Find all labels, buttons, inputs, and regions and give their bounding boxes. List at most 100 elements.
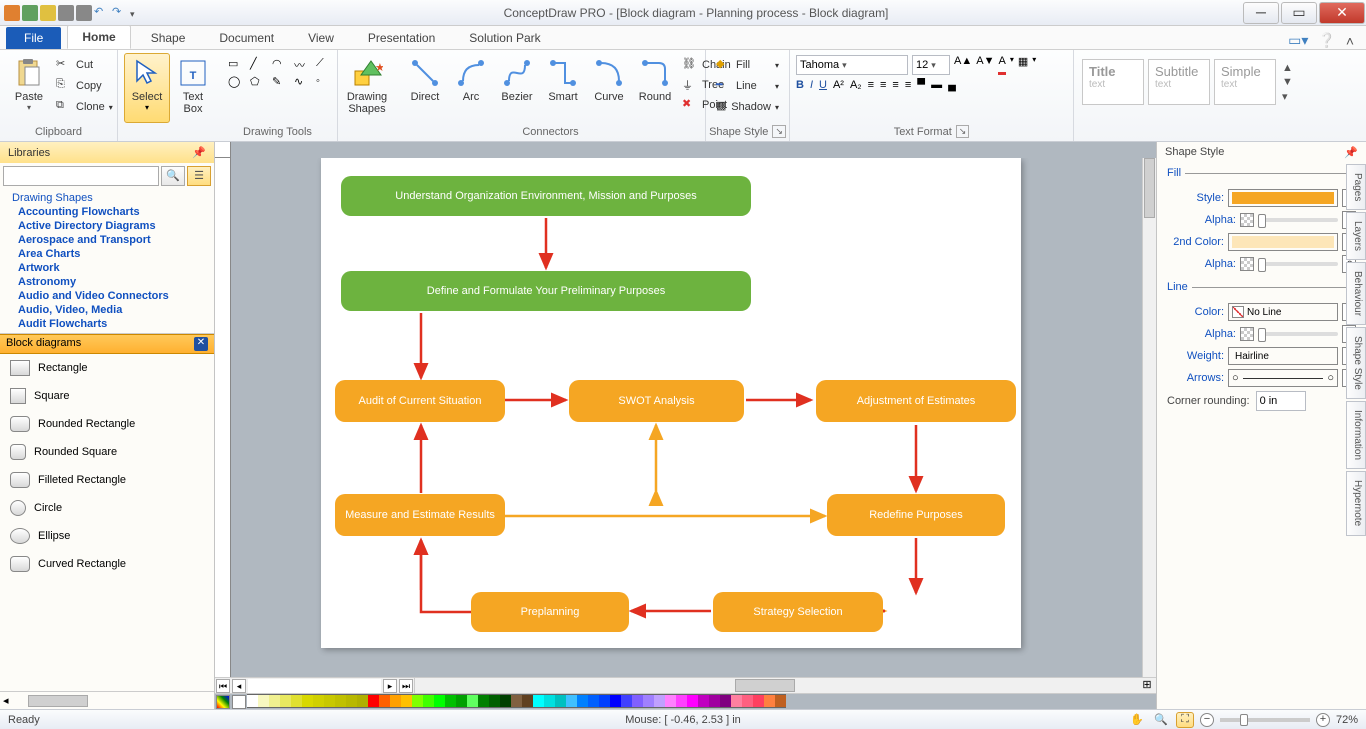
color-swatch[interactable]: [346, 694, 357, 708]
textformat-launcher-icon[interactable]: ↘: [956, 125, 970, 138]
color-swatch[interactable]: [269, 694, 280, 708]
color-swatch[interactable]: [247, 694, 258, 708]
qat-undo-icon[interactable]: ↶: [94, 5, 110, 21]
collapse-ribbon-icon[interactable]: ˄: [1346, 33, 1354, 49]
close-button[interactable]: ✕: [1319, 2, 1365, 24]
tree-item[interactable]: Audio, Video, Media: [4, 303, 210, 317]
arrows-swatch[interactable]: ○○: [1228, 369, 1338, 387]
preset-more-icon[interactable]: ▾: [1282, 90, 1293, 103]
qat-icon-4[interactable]: [58, 5, 74, 21]
zoom-in-button[interactable]: +: [1316, 713, 1330, 727]
secondcolor-alpha-slider[interactable]: [1258, 262, 1338, 266]
color-swatch[interactable]: [709, 694, 720, 708]
page-last-icon[interactable]: ⏭: [399, 679, 413, 693]
valign-bot-icon[interactable]: ▄: [948, 79, 956, 91]
tab-solutionpark[interactable]: Solution Park: [455, 27, 554, 49]
shape-rounded-square[interactable]: Rounded Square: [0, 438, 214, 466]
color-swatch[interactable]: [478, 694, 489, 708]
sidetab-information[interactable]: Information: [1346, 401, 1366, 469]
library-search-input[interactable]: [3, 166, 159, 186]
round-button[interactable]: Round: [632, 53, 678, 123]
view-toggle-button[interactable]: ☰: [187, 166, 211, 186]
shape-curved-rectangle[interactable]: Curved Rectangle: [0, 550, 214, 578]
color-swatch[interactable]: [511, 694, 522, 708]
underline-button[interactable]: U: [819, 79, 827, 91]
tab-shape[interactable]: Shape: [137, 27, 200, 49]
color-swatch[interactable]: [445, 694, 456, 708]
tool-polyline-icon[interactable]: ⟋: [316, 57, 336, 73]
color-swatch[interactable]: [599, 694, 610, 708]
tool-arc-icon[interactable]: ◠: [272, 57, 292, 73]
italic-button[interactable]: I: [810, 79, 813, 91]
color-swatch[interactable]: [302, 694, 313, 708]
color-swatch[interactable]: [500, 694, 511, 708]
ruler-vertical[interactable]: [215, 158, 231, 677]
cut-button[interactable]: ✂Cut: [52, 55, 117, 75]
block-preplanning[interactable]: Preplanning: [471, 592, 629, 632]
color-swatch[interactable]: [588, 694, 599, 708]
pin-icon[interactable]: 📌: [1344, 146, 1358, 159]
color-swatch[interactable]: [687, 694, 698, 708]
tool-curve-icon[interactable]: 〰: [294, 57, 314, 73]
sidetab-shapestyle[interactable]: Shape Style: [1346, 327, 1366, 399]
block-audit[interactable]: Audit of Current Situation: [335, 380, 505, 422]
file-tab[interactable]: File: [6, 27, 61, 49]
shape-rounded-rectangle[interactable]: Rounded Rectangle: [0, 410, 214, 438]
preset-subtitle[interactable]: Subtitletext: [1148, 59, 1210, 105]
help-icon[interactable]: ❔: [1318, 32, 1335, 49]
color-swatch[interactable]: [412, 694, 423, 708]
color-swatch[interactable]: [566, 694, 577, 708]
color-swatch[interactable]: [280, 694, 291, 708]
hscroll-end-icon[interactable]: ⊞: [1138, 678, 1156, 693]
fit-tool-icon[interactable]: ⛶: [1176, 712, 1194, 728]
color-swatch[interactable]: [632, 694, 643, 708]
preset-title[interactable]: Titletext: [1082, 59, 1144, 105]
tool-poly-icon[interactable]: ⬠: [250, 75, 270, 88]
tool-spline-icon[interactable]: ∿: [294, 75, 314, 88]
sidetab-hypernote[interactable]: Hypernote: [1346, 471, 1366, 535]
color-swatch[interactable]: [643, 694, 654, 708]
subscript-button[interactable]: A₂: [850, 79, 862, 91]
color-swatch[interactable]: [698, 694, 709, 708]
tool-free-icon[interactable]: ✎: [272, 75, 292, 88]
bezier-button[interactable]: Bezier: [494, 53, 540, 123]
line-color-swatch[interactable]: No Line: [1228, 303, 1338, 321]
color-swatch[interactable]: [423, 694, 434, 708]
highlight-icon[interactable]: ▦: [1018, 55, 1028, 75]
color-swatch[interactable]: [665, 694, 676, 708]
color-swatch[interactable]: [379, 694, 390, 708]
zoom-out-button[interactable]: −: [1200, 713, 1214, 727]
color-swatch[interactable]: [544, 694, 555, 708]
color-swatch[interactable]: [720, 694, 731, 708]
tree-item[interactable]: Active Directory Diagrams: [4, 219, 210, 233]
color-swatch[interactable]: [654, 694, 665, 708]
shadow-button[interactable]: ▩Shadow▾: [712, 97, 783, 117]
copy-button[interactable]: ⎘Copy: [52, 76, 117, 96]
shape-circle[interactable]: Circle: [0, 494, 214, 522]
vscrollbar[interactable]: [1142, 158, 1156, 677]
tool-node-icon[interactable]: ◦: [316, 75, 336, 88]
fontsize-combo[interactable]: 12▾: [912, 55, 950, 75]
block-strategy[interactable]: Strategy Selection: [713, 592, 883, 632]
textbox-button[interactable]: T Text Box: [170, 53, 216, 123]
paste-button[interactable]: Paste ▾: [6, 53, 52, 123]
tree-item[interactable]: Artwork: [4, 261, 210, 275]
color-swatch[interactable]: [390, 694, 401, 708]
tab-presentation[interactable]: Presentation: [354, 27, 449, 49]
color-swatch[interactable]: [258, 694, 269, 708]
shape-rectangle[interactable]: Rectangle: [0, 354, 214, 382]
color-swatch[interactable]: [610, 694, 621, 708]
tab-home[interactable]: Home: [67, 25, 130, 49]
color-swatch[interactable]: [401, 694, 412, 708]
smart-button[interactable]: Smart: [540, 53, 586, 123]
color-swatch[interactable]: [368, 694, 379, 708]
align-center-icon[interactable]: ≡: [880, 79, 886, 91]
page-prev-icon[interactable]: ◂: [232, 679, 246, 693]
color-swatch[interactable]: [467, 694, 478, 708]
shape-square[interactable]: Square: [0, 382, 214, 410]
tree-item[interactable]: Audit Flowcharts: [4, 317, 210, 331]
tree-item[interactable]: Astronomy: [4, 275, 210, 289]
block-understand[interactable]: Understand Organization Environment, Mis…: [341, 176, 751, 216]
color-swatch[interactable]: [676, 694, 687, 708]
superscript-button[interactable]: A²: [833, 79, 844, 91]
